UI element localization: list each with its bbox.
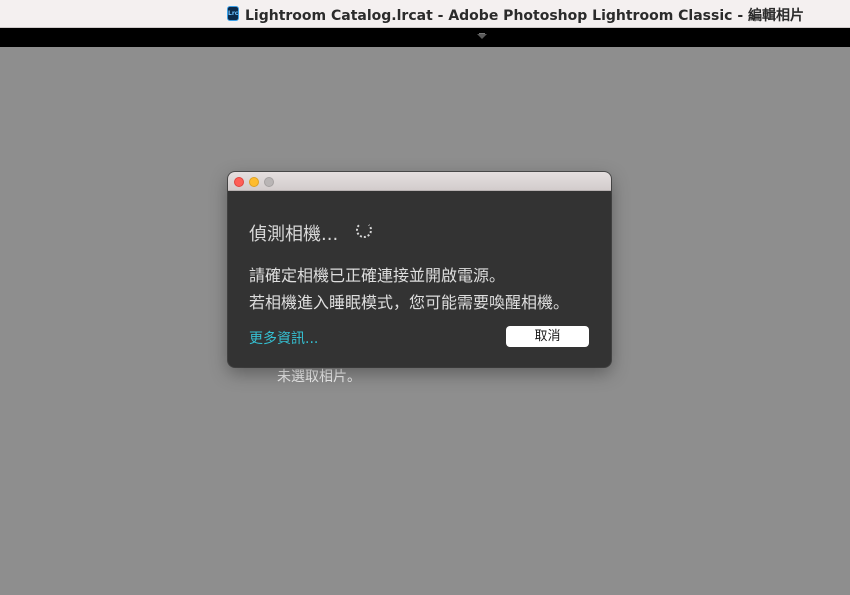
zoom-button bbox=[264, 177, 274, 187]
window-titlebar: Lrc Lightroom Catalog.lrcat - Adobe Phot… bbox=[0, 0, 850, 28]
top-panel-bar bbox=[0, 28, 850, 47]
minimize-button[interactable] bbox=[249, 177, 259, 187]
dialog-heading: 偵測相機... bbox=[249, 224, 339, 245]
dialog-message-line-2: 若相機進入睡眠模式，您可能需要喚醒相機。 bbox=[249, 293, 570, 312]
dialog-message-line-1: 請確定相機已正確連接並開啟電源。 bbox=[249, 266, 506, 285]
more-info-link[interactable]: 更多資訊... bbox=[249, 328, 318, 348]
window-title: Lightroom Catalog.lrcat - Adobe Photosho… bbox=[245, 8, 805, 24]
close-button[interactable] bbox=[234, 177, 244, 187]
no-photo-selected-message: 未選取相片。 bbox=[277, 369, 361, 385]
cancel-button[interactable]: 取消 bbox=[506, 326, 589, 347]
lightroom-app-icon: Lrc bbox=[227, 6, 239, 21]
panel-grip-icon[interactable] bbox=[477, 33, 487, 39]
detect-camera-dialog: 偵測相機... 請確定相機已正確連接並開啟電源。 若相機進入睡眠模式，您可能需要… bbox=[228, 172, 611, 367]
loading-spinner-icon bbox=[356, 222, 372, 238]
dialog-titlebar bbox=[228, 172, 611, 191]
